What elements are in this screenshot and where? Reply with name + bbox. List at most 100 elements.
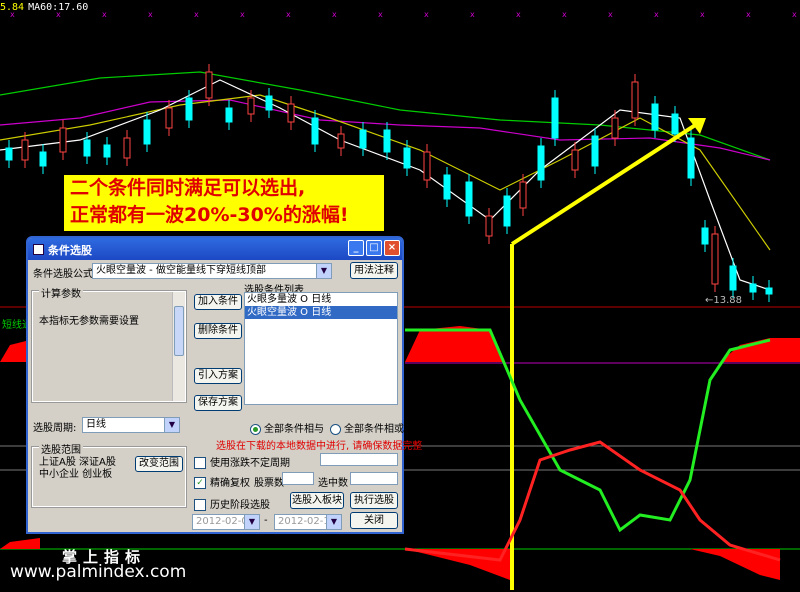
minimize-button[interactable]: _ [348,240,364,256]
checkbox-icon [194,457,206,469]
close-button[interactable]: 关闭 [350,512,398,529]
period-select[interactable]: 日线 ▼ [82,417,180,433]
restore-rights-checkbox[interactable]: ✓ 精确复权 [194,474,250,489]
chevron-down-icon[interactable]: ▼ [316,264,331,278]
candle-body [165,107,173,129]
banner-line-2: 正常都有一波20%-30%的涨幅! [70,204,349,226]
candle-body [59,127,67,153]
marker: x [240,10,245,19]
chevron-down-icon[interactable]: ▼ [164,418,179,432]
radio-or-label: 全部条件相或 [344,424,404,435]
candle-body [443,174,451,200]
candle-body [465,181,473,217]
condition-list[interactable]: 火眼多量波 O 日线 火眼空量波 O 日线 [244,292,398,405]
candle-body [551,97,559,139]
radio-all-and[interactable]: 全部条件相与 [250,420,324,435]
save-scheme-button[interactable]: 保存方案 [194,395,242,411]
maximize-button[interactable]: □ [366,240,382,256]
chevron-down-icon[interactable]: ▼ [244,515,259,529]
condition-item[interactable]: 火眼多量波 O 日线 [245,293,397,306]
candle-body [205,71,213,99]
candle-body [123,137,131,159]
marker: x [746,10,751,19]
candle-body [225,107,233,123]
execute-select-button[interactable]: 执行选股 [350,492,398,509]
candle-body [5,147,13,161]
candle-body [103,144,111,158]
delete-condition-button[interactable]: 删除条件 [194,323,242,339]
indicator-fill-low-right [690,549,780,580]
formula-select[interactable]: 火眼空量波 - 做空能量线下穿短线顶部 ▼ [92,263,332,279]
candle-body [701,227,709,245]
marker: x [608,10,613,19]
price-value: 5.84 [0,2,25,13]
radio-and-label: 全部条件相与 [264,424,324,435]
chevron-down-icon[interactable]: ▼ [326,515,341,529]
candle-body [265,95,273,111]
banner-line-1: 二个条件同时满足可以选出, [70,177,306,199]
unfixed-period-checkbox[interactable]: 使用涨跌不定周期 [194,454,290,469]
radio-all-or[interactable]: 全部条件相或 [330,420,404,435]
select-to-block-button[interactable]: 选股入板块 [290,492,344,509]
candle-body [485,215,493,237]
candle-body [185,97,193,121]
candle-body [591,135,599,167]
candle-body [359,129,367,149]
history-checkbox[interactable]: 历史阶段选股 [194,496,270,511]
checkmark-icon: ✓ [194,477,206,489]
dialog-title: 条件选股 [48,244,92,257]
low-price-label: ←13.88 [705,295,743,306]
candle-body [21,139,29,161]
checkbox-icon [194,499,206,511]
url-watermark: www.palmindex.com [10,562,187,582]
range-group: 选股范围 上证A股 深证A股 中小企业 创业板 改变范围 [31,441,187,508]
dialog-titlebar[interactable]: 条件选股 _ □ × [28,238,402,260]
ma60-label: MA60:17.60 [28,2,89,13]
candle-body [651,103,659,131]
candle-body [403,147,411,169]
unfixed-period-field[interactable] [320,453,398,466]
candle-body [611,117,619,139]
candle-body [287,103,295,123]
marker: x [470,10,475,19]
condition-item-selected[interactable]: 火眼空量波 O 日线 [245,306,397,319]
candle-body [571,149,579,171]
params-text: 本指标无参数需要设置 [39,316,139,327]
date-separator: - [264,515,268,526]
period-label: 选股周期: [33,423,77,434]
candle-body [631,81,639,119]
help-button[interactable]: 用法注释 [350,262,398,279]
candle-body [143,119,151,145]
scroll-thumb[interactable] [174,306,184,356]
change-range-button[interactable]: 改变范围 [135,456,183,472]
stock-count-field [282,472,314,485]
marker: x [516,10,521,19]
marker: x [378,10,383,19]
marker: x [700,10,705,19]
period-value: 日线 [86,419,106,430]
add-condition-button[interactable]: 加入条件 [194,294,242,310]
marker: x [194,10,199,19]
import-scheme-button[interactable]: 引入方案 [194,368,242,384]
date-to-picker[interactable]: 2012-02-11 ▼ [274,514,342,530]
selected-count-field [350,472,398,485]
candle-body [687,137,695,179]
stock-count-label: 股票数 [254,478,284,489]
range-group-title: 选股范围 [39,441,83,456]
params-scrollbar[interactable] [172,292,185,401]
candle-body [39,151,47,167]
params-group-title: 计算参数 [39,285,83,300]
candle-body [671,113,679,135]
close-window-button[interactable]: × [384,240,400,256]
warning-text: 选股在下载的本地数据中进行, 请确保数据完整 [216,441,423,452]
params-group: 计算参数 本指标无参数需要设置 [31,285,187,403]
marker: x [792,10,797,19]
app-icon [33,244,44,255]
marker: x [148,10,153,19]
candle-body [311,117,319,145]
marker: x [332,10,337,19]
date-from-picker[interactable]: 2012-02-04 ▼ [192,514,260,530]
formula-label: 条件选股公式 [33,269,93,280]
range-text: 上证A股 深证A股 中小企业 创业板 [39,457,116,480]
radio-on-icon [250,423,261,435]
